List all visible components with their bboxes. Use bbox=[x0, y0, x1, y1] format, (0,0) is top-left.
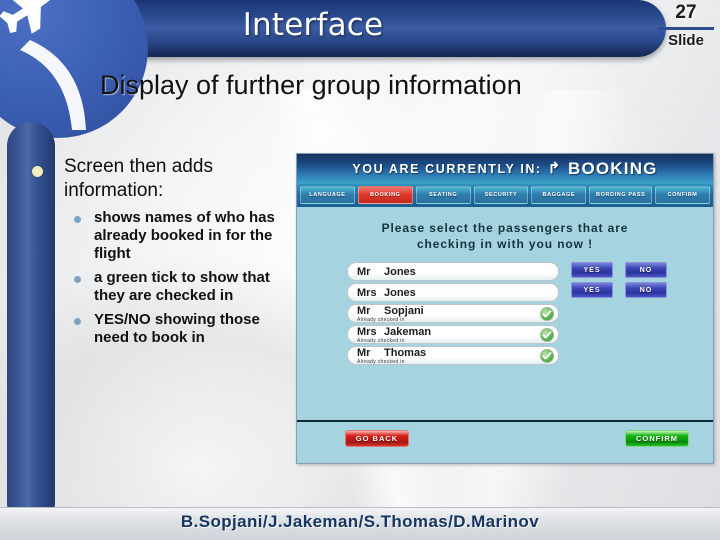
slide-number-block: 27 Slide bbox=[658, 2, 714, 50]
nav-tab-language[interactable]: LANGUAGE bbox=[300, 186, 355, 204]
nav-tab-confirm[interactable]: CONFIRM bbox=[655, 186, 710, 204]
nav-tab-booking[interactable]: BOOKING bbox=[357, 186, 413, 204]
slide-subtitle: Display of further group information bbox=[100, 70, 522, 100]
passenger-name: Mr Thomas bbox=[357, 347, 550, 359]
nav-tab-security[interactable]: SECURITY bbox=[473, 186, 529, 204]
passenger-name: Mrs Jakeman bbox=[357, 326, 550, 338]
passenger-title: Mrs bbox=[357, 287, 377, 299]
confirm-button[interactable]: CONFIRM bbox=[625, 430, 689, 447]
yes-button[interactable]: YES bbox=[571, 282, 613, 298]
sub-bullet-dot-icon bbox=[74, 318, 81, 325]
passenger-checked-note: Already checked in bbox=[357, 359, 405, 365]
app-status-prefix: YOU ARE CURRENTLY IN: bbox=[352, 162, 542, 176]
sub-bullet-3: YES/NO showing those need to book in bbox=[32, 311, 297, 347]
passenger-title: Mrs bbox=[357, 326, 377, 338]
passenger-row[interactable]: Mr Jones bbox=[347, 262, 559, 281]
passenger-name: Mr Jones bbox=[357, 266, 550, 278]
yes-no-row: YES NO bbox=[571, 262, 691, 278]
passenger-name: Mrs Jones bbox=[357, 287, 550, 299]
passenger-row[interactable]: Mrs Jones bbox=[347, 283, 559, 302]
arrow-icon: ↱ bbox=[547, 160, 562, 177]
passenger-surname: Jones bbox=[384, 287, 416, 299]
slide-footer-bar: B.Sopjani/J.Jakeman/S.Thomas/D.Marinov bbox=[0, 507, 720, 540]
app-status-text: YOU ARE CURRENTLY IN: ↱ BOOKING bbox=[297, 159, 713, 179]
app-instruction-line-1: Please select the passengers that are bbox=[381, 221, 629, 235]
passenger-title: Mr bbox=[357, 266, 371, 278]
sub-bullet-label: YES/NO showing those need to book in bbox=[94, 311, 260, 346]
slide-number: 27 bbox=[675, 2, 697, 23]
nav-tab-bording-pass[interactable]: BORDING PASS bbox=[589, 186, 653, 204]
passenger-name: Mr Sopjani bbox=[357, 305, 550, 317]
passenger-row[interactable]: Mr Sopjani Already checked in bbox=[347, 304, 559, 323]
app-body: Please select the passengers that are ch… bbox=[297, 207, 713, 462]
yes-no-choices: YES NO YES NO bbox=[571, 262, 691, 302]
yes-no-row: YES NO bbox=[571, 282, 691, 298]
passenger-title: Mr bbox=[357, 305, 371, 317]
app-nav-tabs: LANGUAGE BOOKING SEATING SECURITY BAGGAG… bbox=[297, 184, 713, 207]
primary-bullet-label: Screen then adds information: bbox=[64, 156, 213, 201]
passenger-surname: Thomas bbox=[384, 347, 427, 359]
passenger-list: Mr Jones Mrs Jones Mr Sopjani Already check… bbox=[347, 262, 559, 367]
green-tick-icon bbox=[540, 307, 554, 321]
no-button[interactable]: NO bbox=[625, 262, 667, 278]
embedded-app-screenshot: YOU ARE CURRENTLY IN: ↱ BOOKING LANGUAGE B… bbox=[296, 153, 714, 464]
slide-number-label: Slide bbox=[668, 32, 704, 49]
primary-bullet: Screen then adds information: bbox=[32, 155, 297, 203]
presentation-slide: Interface 27 Slide Display of further gr… bbox=[0, 0, 720, 540]
green-tick-icon bbox=[540, 328, 554, 342]
bullet-dot-icon bbox=[32, 166, 43, 177]
green-tick-icon bbox=[540, 349, 554, 363]
slide-number-divider bbox=[658, 27, 714, 30]
yes-button[interactable]: YES bbox=[571, 262, 613, 278]
sub-bullet-2: a green tick to show that they are check… bbox=[32, 269, 297, 305]
app-instruction: Please select the passengers that are ch… bbox=[297, 207, 713, 252]
sub-bullet-dot-icon bbox=[74, 216, 81, 223]
bullet-list: Screen then adds information: shows name… bbox=[32, 155, 297, 347]
passenger-title: Mr bbox=[357, 347, 371, 359]
sub-bullet-dot-icon bbox=[74, 276, 81, 283]
passenger-surname: Sopjani bbox=[384, 305, 424, 317]
nav-tab-seating[interactable]: SEATING bbox=[415, 186, 471, 204]
sub-bullet-label: a green tick to show that they are check… bbox=[94, 269, 270, 304]
app-instruction-line-2: checking in with you now ! bbox=[416, 237, 594, 251]
passenger-row[interactable]: Mrs Jakeman Already checked in bbox=[347, 325, 559, 344]
airplane-logo bbox=[0, 0, 148, 138]
passenger-checked-note: Already checked in bbox=[357, 338, 405, 344]
no-button[interactable]: NO bbox=[625, 282, 667, 298]
passenger-checked-note: Already checked in bbox=[357, 317, 405, 323]
nav-tab-baggage[interactable]: BAGGAGE bbox=[531, 186, 587, 204]
slide-footer-authors: B.Sopjani/J.Jakeman/S.Thomas/D.Marinov bbox=[180, 512, 540, 531]
app-status-header: YOU ARE CURRENTLY IN: ↱ BOOKING bbox=[297, 154, 713, 184]
app-action-bar: GO BACK CONFIRM bbox=[297, 420, 713, 462]
app-status-value: BOOKING bbox=[567, 159, 658, 178]
passenger-surname: Jones bbox=[384, 266, 416, 278]
go-back-button[interactable]: GO BACK bbox=[345, 430, 409, 447]
sub-bullet-1: shows names of who has already booked in… bbox=[32, 209, 297, 263]
airplane-icon bbox=[0, 0, 86, 130]
passenger-surname: Jakeman bbox=[384, 326, 432, 338]
sub-bullet-label: shows names of who has already booked in… bbox=[94, 209, 275, 262]
passenger-row[interactable]: Mr Thomas Already checked in bbox=[347, 346, 559, 365]
